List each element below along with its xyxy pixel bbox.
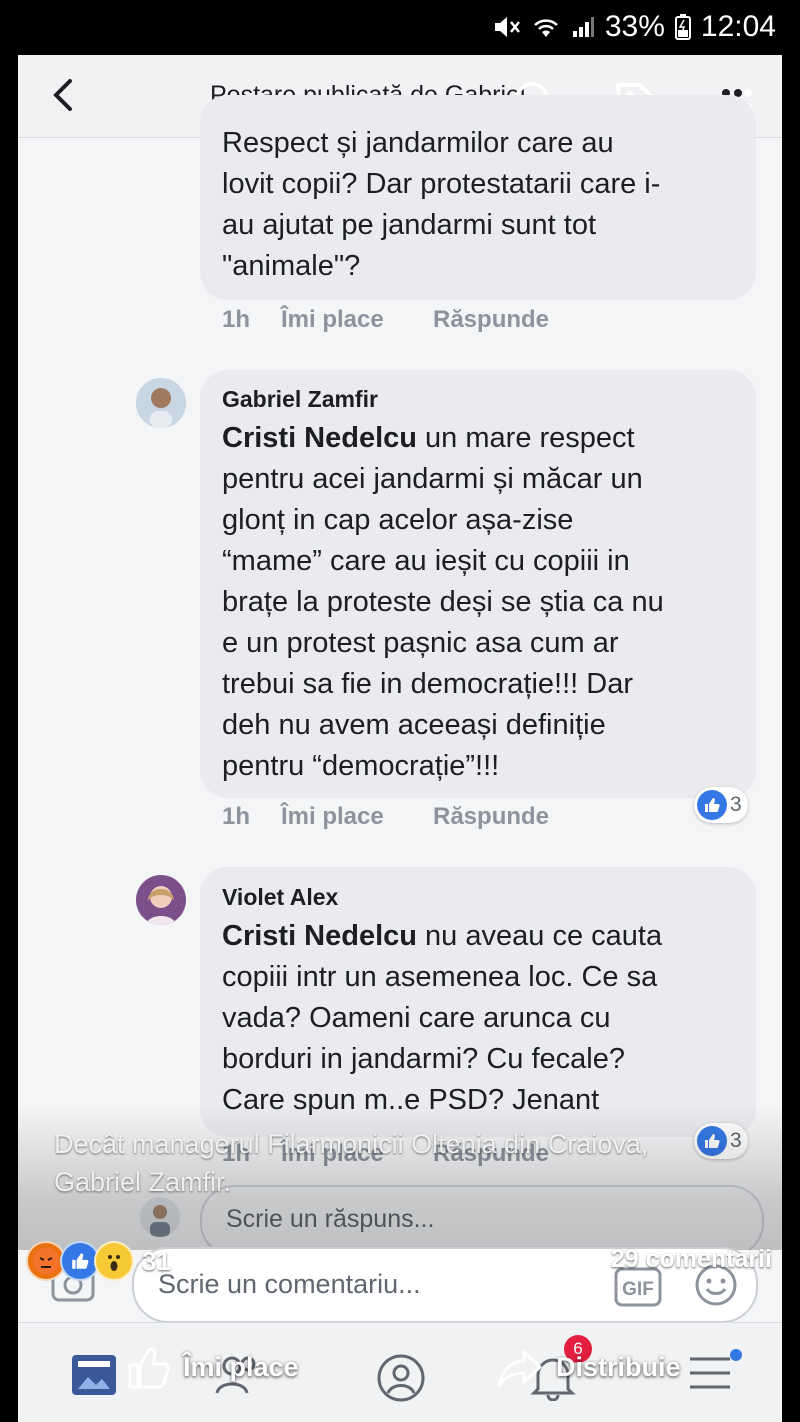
share-action-label[interactable]: Distribuie — [556, 1352, 681, 1383]
signal-icon — [571, 15, 595, 39]
comment-author[interactable]: Gabriel Zamfir — [222, 386, 378, 413]
reply-link[interactable]: Răspunde — [433, 803, 549, 831]
like-action-label[interactable]: Îmi place — [183, 1352, 299, 1383]
avatar[interactable] — [136, 875, 186, 925]
comment-author[interactable]: Violet Alex — [222, 884, 338, 911]
menu-icon[interactable] — [688, 1353, 732, 1398]
status-bar: 33% 12:04 — [0, 0, 800, 55]
share-action-icon[interactable] — [496, 1348, 544, 1395]
profile-icon[interactable] — [376, 1353, 426, 1408]
clock: 12:04 — [700, 10, 776, 43]
comment-placeholder: Scrie un comentariu... — [158, 1269, 421, 1299]
mention-link[interactable]: Cristi Nedelcu — [222, 422, 417, 454]
comment-text: Cristi Nedelcu nu aveau ce cauta copiii … — [222, 920, 663, 1116]
app-frame: Postare publicată de Gabriel Respect și … — [18, 55, 782, 1422]
thumbs-up-icon — [697, 790, 727, 820]
reaction-summary[interactable]: 3 — [694, 787, 748, 823]
battery-icon — [674, 14, 691, 40]
post-caption: Decât managerul Filarmonicii Oltenia din… — [54, 1129, 649, 1197]
svg-text:GIF: GIF — [622, 1279, 654, 1300]
reaction-count: 31 — [142, 1245, 171, 1276]
reply-placeholder: Scrie un răspuns... — [226, 1205, 435, 1233]
post-reactions[interactable]: 31 — [26, 1241, 171, 1281]
battery-percent: 33% — [604, 10, 665, 43]
reply-link[interactable]: Răspunde — [433, 306, 549, 334]
like-action-icon[interactable] — [126, 1345, 172, 1396]
like-link[interactable]: Îmi place — [281, 803, 384, 831]
mute-icon — [493, 14, 521, 40]
like-link[interactable]: Îmi place — [281, 306, 384, 334]
menu-indicator-dot — [730, 1349, 742, 1361]
comment-text: Respect și jandarmilor care au lovit cop… — [222, 127, 661, 282]
avatar — [140, 1197, 180, 1237]
back-arrow-icon[interactable] — [48, 77, 78, 118]
avatar[interactable] — [136, 378, 186, 428]
comment-text: Cristi Nedelcu un mare respect pentru ac… — [222, 422, 664, 782]
news-feed-icon[interactable] — [70, 1353, 118, 1402]
comment-time: 1h — [222, 306, 251, 333]
reaction-count: 3 — [730, 793, 742, 816]
mention-link[interactable]: Cristi Nedelcu — [222, 920, 417, 952]
comment-time: 1h — [222, 803, 251, 830]
comment-count[interactable]: 29 comentarii — [611, 1245, 772, 1274]
wifi-icon — [531, 15, 561, 39]
wow-icon — [94, 1241, 134, 1281]
